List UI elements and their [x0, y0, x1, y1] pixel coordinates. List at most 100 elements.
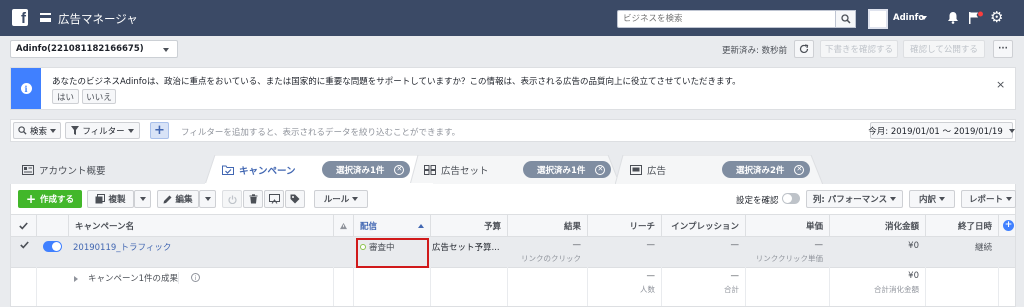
search-filter-button[interactable]: 検索: [13, 122, 61, 139]
refresh-icon: [799, 44, 809, 54]
chevron-down-icon: [204, 197, 211, 201]
ads-icon: [630, 164, 642, 175]
chevron-down-icon: [352, 197, 359, 201]
end-value: 継続: [926, 241, 999, 253]
business-search-input[interactable]: [618, 11, 818, 27]
column-header-cost-per-result[interactable]: 単価: [746, 215, 830, 237]
clear-selection-icon[interactable]: ✕: [794, 164, 805, 175]
column-divider: [353, 237, 354, 306]
tab-campaigns[interactable]: キャンペーン: [222, 155, 296, 184]
ad-account-selector[interactable]: Adinfo(221081182166675): [10, 40, 178, 58]
warning-icon: [340, 222, 347, 230]
add-column-icon[interactable]: +: [1003, 220, 1014, 231]
campaign-name-link[interactable]: 20190119_トラフィック: [73, 241, 173, 253]
checkmark-icon[interactable]: [19, 222, 28, 230]
expand-arrow-icon[interactable]: [74, 276, 78, 282]
facebook-logo-icon[interactable]: f: [12, 9, 28, 26]
review-publish-button[interactable]: 確認して公開する: [903, 40, 985, 58]
toggle-header-cell: [37, 215, 69, 237]
campaigns-selection-pill[interactable]: 選択済み1件 ✕: [322, 161, 411, 178]
chevron-down-icon: [127, 128, 134, 133]
delivery-highlight-box: [356, 238, 429, 268]
column-header-impressions[interactable]: インプレッション: [662, 215, 746, 237]
delete-button[interactable]: [243, 190, 263, 208]
folder-check-icon: [222, 165, 234, 175]
account-name[interactable]: Adinfo: [893, 13, 924, 23]
ab-test-button[interactable]: [264, 190, 284, 208]
column-label: 終了日時: [957, 222, 992, 232]
tab-label: 広告セット: [441, 165, 489, 177]
ads-selection-pill[interactable]: 選択済み2件 ✕: [722, 161, 811, 178]
summary-impressions-metric: 合計: [662, 284, 746, 295]
filter-label: フィルター: [82, 126, 125, 137]
breakdown-dropdown[interactable]: 内訳: [909, 190, 955, 208]
power-toggle-button[interactable]: [222, 190, 242, 208]
rules-button[interactable]: ルール: [314, 190, 368, 208]
edit-menu-button[interactable]: [199, 190, 216, 208]
notice-yes-button[interactable]: はい: [52, 89, 79, 104]
budget-value[interactable]: 広告セット予算...: [432, 241, 507, 253]
chevron-down-icon: [50, 128, 56, 133]
column-label: キャンペーン名: [75, 222, 135, 232]
account-overview-icon: [22, 164, 34, 175]
column-header-warnings[interactable]: [334, 215, 354, 237]
column-header-ends[interactable]: 終了日時: [926, 215, 999, 237]
edit-button[interactable]: 編集: [157, 190, 199, 208]
create-button[interactable]: + 作成する: [18, 190, 82, 208]
reports-dropdown[interactable]: レポート: [961, 190, 1016, 208]
column-divider: [661, 237, 662, 306]
info-icon[interactable]: i: [191, 273, 200, 282]
tab-label: キャンペーン: [239, 165, 296, 177]
notice-no-button[interactable]: いいえ: [82, 89, 116, 104]
more-options-button[interactable]: ···: [993, 40, 1013, 58]
chevron-down-icon: [1006, 197, 1013, 201]
column-divider: [507, 237, 508, 306]
tag-button[interactable]: [285, 190, 305, 208]
clear-selection-icon[interactable]: ✕: [595, 164, 606, 175]
row-checkbox[interactable]: [20, 241, 29, 252]
search-icon: [840, 14, 851, 24]
chevron-down-icon[interactable]: [921, 16, 927, 20]
close-icon[interactable]: ×: [996, 78, 1005, 91]
search-icon: [18, 126, 27, 135]
column-divider: [998, 237, 999, 306]
results-value: —: [508, 240, 588, 250]
business-search-box: [617, 10, 855, 28]
column-divider: [925, 237, 926, 306]
review-drafts-button[interactable]: 下書きを確認する: [820, 40, 898, 58]
column-header-campaign-name[interactable]: キャンペーン名: [69, 215, 334, 237]
search-button[interactable]: [835, 10, 856, 28]
summary-label: キャンペーン1件の成果: [88, 272, 179, 284]
duplicate-button[interactable]: 複製: [87, 190, 134, 208]
column-label: 結果: [563, 222, 581, 232]
column-header-budget[interactable]: 予算: [431, 215, 508, 237]
menu-icon[interactable]: [40, 13, 51, 22]
campaign-on-off-toggle[interactable]: [43, 241, 62, 252]
duplicate-label: 複製: [108, 195, 126, 205]
tab-account-overview[interactable]: アカウント概要: [12, 155, 212, 184]
ad-sets-selection-pill[interactable]: 選択済み1件 ✕: [523, 161, 612, 178]
column-divider: [829, 237, 830, 306]
gear-icon[interactable]: ⚙: [990, 10, 1003, 25]
duplicate-menu-button[interactable]: [134, 190, 151, 208]
column-label: 単価: [805, 222, 823, 232]
bell-icon[interactable]: [947, 11, 959, 24]
column-divider: [36, 237, 37, 306]
column-header-reach[interactable]: リーチ: [588, 215, 662, 237]
column-header-amount-spent[interactable]: 消化金額: [830, 215, 926, 237]
account-avatar[interactable]: [868, 9, 888, 29]
add-filter-button[interactable]: +: [150, 122, 169, 139]
view-settings-toggle[interactable]: [782, 193, 800, 204]
column-header-delivery[interactable]: 配信: [354, 215, 431, 237]
refresh-button[interactable]: [794, 40, 814, 58]
tab-ads[interactable]: 広告: [630, 155, 666, 184]
flag-icon[interactable]: [968, 11, 984, 24]
column-label: リーチ: [629, 222, 655, 232]
tab-ad-sets[interactable]: 広告セット: [424, 155, 489, 184]
clear-selection-icon[interactable]: ✕: [394, 164, 405, 175]
filter-dropdown-button[interactable]: フィルター: [65, 122, 140, 139]
date-range-picker[interactable]: 今月: 2019/01/01 ～ 2019/01/19: [868, 122, 1015, 139]
columns-dropdown[interactable]: 列: パフォーマンス: [806, 190, 903, 208]
column-header-results[interactable]: 結果: [508, 215, 588, 237]
chevron-down-icon: [939, 197, 945, 201]
